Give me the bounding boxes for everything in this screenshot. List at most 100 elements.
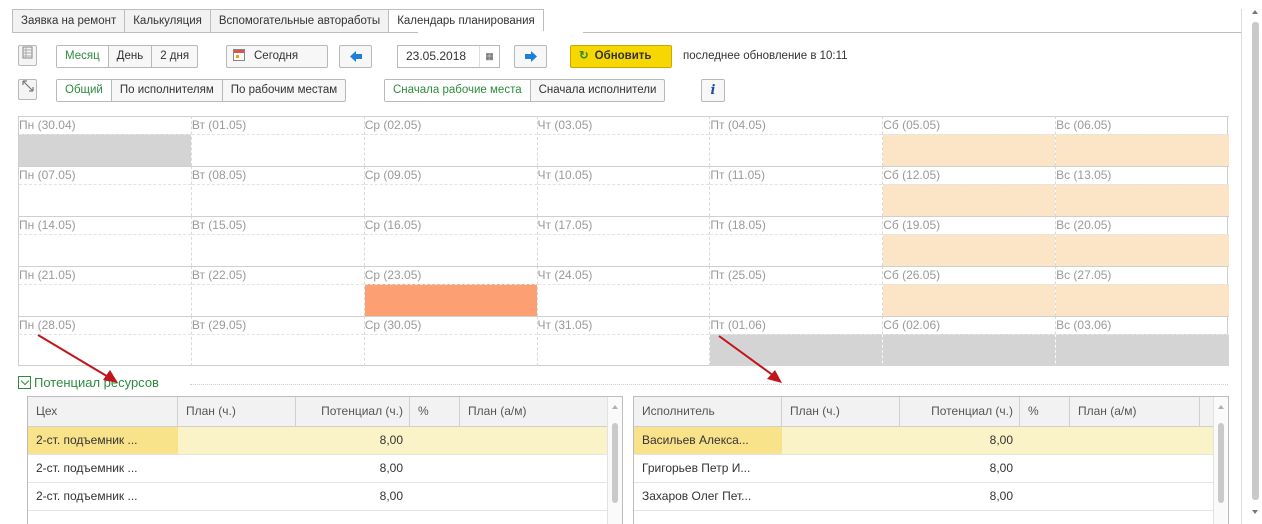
calendar-load-bar[interactable] (1056, 234, 1229, 266)
column-header[interactable]: % (1020, 397, 1070, 426)
calendar-day-cell[interactable]: Пт (04.05) (710, 116, 884, 166)
calendar-load-bar[interactable] (19, 284, 191, 316)
calendar-load-bar[interactable] (883, 334, 1056, 366)
calendar-day-cell[interactable]: Сб (02.06) (883, 316, 1057, 366)
calendar-day-cell[interactable]: Вс (13.05) (1056, 166, 1229, 216)
calendar-load-bar[interactable] (191, 284, 364, 316)
column-header[interactable]: Цех (28, 397, 178, 426)
calendar-day-cell[interactable]: Чт (17.05) (537, 216, 711, 266)
calendar-load-bar[interactable] (364, 184, 537, 216)
period-month-button[interactable]: Месяц (57, 46, 109, 67)
tab-auxiliary-works[interactable]: Вспомогательные автоработы (209, 9, 389, 33)
calendar-load-bar[interactable] (710, 234, 883, 266)
next-period-button[interactable] (514, 45, 547, 68)
column-header[interactable]: Потенциал (ч.) (900, 397, 1020, 426)
calendar-load-bar[interactable] (1056, 184, 1229, 216)
table-row[interactable]: Григорьев Петр И... 8,00 (634, 455, 1228, 483)
calendar-load-bar[interactable] (191, 234, 364, 266)
table-row[interactable]: Захаров Олег Пет... 8,00 (634, 483, 1228, 511)
calendar-load-bar[interactable] (1056, 334, 1229, 366)
calendar-load-bar[interactable] (19, 134, 191, 166)
tab-repair-request[interactable]: Заявка на ремонт (12, 9, 125, 33)
view-general-button[interactable]: Общий (57, 80, 112, 101)
calendar-load-bar[interactable] (883, 134, 1056, 166)
page-scrollbar[interactable] (1248, 0, 1262, 524)
calendar-load-bar[interactable] (710, 284, 883, 316)
calendar-day-cell[interactable]: Пт (18.05) (710, 216, 884, 266)
column-header[interactable]: Исполнитель (634, 397, 782, 426)
calendar-load-bar[interactable] (537, 234, 710, 266)
column-header[interactable]: План (а/м) (460, 397, 608, 426)
period-2days-button[interactable]: 2 дня (152, 46, 197, 67)
workshops-scrollbar[interactable] (607, 397, 622, 524)
calendar-load-bar[interactable] (1056, 284, 1229, 316)
calendar-load-bar[interactable] (883, 234, 1056, 266)
calendar-load-bar[interactable] (537, 334, 710, 366)
calendar-day-cell[interactable]: Вт (29.05) (191, 316, 365, 366)
scroll-down-icon[interactable] (1252, 510, 1258, 514)
view-by-workplaces-button[interactable]: По рабочим местам (223, 80, 345, 101)
date-field[interactable]: 23.05.2018 ▦ (397, 45, 500, 68)
order-workplaces-first-button[interactable]: Сначала рабочие места (385, 80, 531, 101)
calendar-day-cell[interactable]: Пн (30.04) (19, 116, 192, 166)
calendar-load-bar[interactable] (710, 184, 883, 216)
calendar-day-cell[interactable]: Вт (01.05) (191, 116, 365, 166)
calendar-day-cell[interactable]: Сб (19.05) (883, 216, 1057, 266)
today-button[interactable]: Сегодня (226, 45, 328, 68)
calendar-load-bar[interactable] (19, 234, 191, 266)
calendar-day-cell[interactable]: Вт (22.05) (191, 266, 365, 316)
calendar-day-cell[interactable]: Вс (20.05) (1056, 216, 1229, 266)
expand-arrows-icon[interactable] (18, 79, 37, 100)
calendar-day-cell[interactable]: Пн (14.05) (19, 216, 192, 266)
calendar-day-cell[interactable]: Пн (07.05) (19, 166, 192, 216)
calendar-load-bar[interactable] (364, 334, 537, 366)
calendar-day-cell[interactable]: Сб (26.05) (883, 266, 1057, 316)
calendar-load-bar[interactable] (710, 134, 883, 166)
calendar-load-bar[interactable] (191, 334, 364, 366)
calendar-load-bar[interactable] (537, 134, 710, 166)
calendar-load-bar[interactable] (537, 184, 710, 216)
column-header[interactable]: Потенциал (ч.) (296, 397, 410, 426)
prev-period-button[interactable] (339, 45, 372, 68)
calendar-load-bar[interactable] (191, 134, 364, 166)
calendar-day-cell[interactable]: Сб (12.05) (883, 166, 1057, 216)
calendar-day-cell[interactable]: Ср (16.05) (364, 216, 538, 266)
table-row[interactable]: 2-ст. подъемник ... 8,00 (28, 455, 622, 483)
calendar-day-cell[interactable]: Ср (02.05) (364, 116, 538, 166)
calendar-load-bar[interactable] (364, 134, 537, 166)
order-performers-first-button[interactable]: Сначала исполнители (531, 80, 665, 101)
calendar-day-cell[interactable]: Вс (27.05) (1056, 266, 1229, 316)
calendar-day-cell[interactable]: Чт (31.05) (537, 316, 711, 366)
calendar-picker-icon[interactable]: ▦ (479, 46, 499, 67)
calendar-day-cell[interactable]: Сб (05.05) (883, 116, 1057, 166)
calendar-day-cell[interactable]: Пт (11.05) (710, 166, 884, 216)
calendar-day-cell[interactable]: Вс (03.06) (1056, 316, 1229, 366)
calendar-load-bar[interactable] (883, 184, 1056, 216)
calendar-day-cell[interactable]: Чт (24.05) (537, 266, 711, 316)
tab-calculation[interactable]: Калькуляция (124, 9, 210, 33)
calendar-load-bar[interactable] (191, 184, 364, 216)
info-button[interactable]: i (701, 79, 725, 102)
table-row[interactable]: Васильев Алекса... 8,00 (634, 427, 1228, 455)
table-row[interactable]: 2-ст. подъемник ... 8,00 (28, 427, 622, 455)
column-header[interactable]: План (ч.) (782, 397, 900, 426)
calendar-day-cell[interactable]: Вт (15.05) (191, 216, 365, 266)
column-header[interactable]: План (ч.) (178, 397, 296, 426)
calendar-day-cell[interactable]: Пт (25.05) (710, 266, 884, 316)
calendar-load-bar[interactable] (364, 284, 537, 316)
performers-scrollbar[interactable] (1213, 397, 1228, 524)
calendar-load-bar[interactable] (537, 284, 710, 316)
calendar-day-cell[interactable]: Вс (06.05) (1056, 116, 1229, 166)
scroll-up-icon[interactable] (1252, 10, 1258, 14)
calendar-day-cell[interactable]: Чт (10.05) (537, 166, 711, 216)
grid-settings-icon[interactable] (18, 45, 37, 66)
refresh-button[interactable]: ↻ Обновить (570, 45, 672, 68)
column-header[interactable]: План (а/м) (1070, 397, 1200, 426)
column-header[interactable]: % (410, 397, 460, 426)
calendar-load-bar[interactable] (19, 184, 191, 216)
calendar-load-bar[interactable] (883, 284, 1056, 316)
calendar-day-cell[interactable]: Ср (23.05) (364, 266, 538, 316)
calendar-day-cell[interactable]: Ср (30.05) (364, 316, 538, 366)
calendar-load-bar[interactable] (1056, 134, 1229, 166)
table-row[interactable]: 2-ст. подъемник ... 8,00 (28, 483, 622, 511)
